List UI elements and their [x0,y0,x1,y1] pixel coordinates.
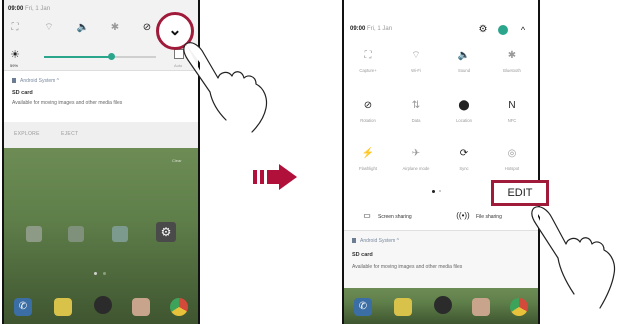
sound-icon[interactable]: 🔈 [444,50,484,62]
notification-text: Available for moving images and other me… [12,100,123,106]
page-indicator [103,272,106,275]
chrome-app-icon[interactable] [510,298,528,316]
account-icon[interactable] [498,25,508,35]
tile-label: Sync [459,166,469,171]
notification-title: SD card [12,90,33,96]
screen-sharing-icon: ▭ [363,211,371,220]
screen-capture-icon[interactable]: ⛶ [8,22,22,34]
play-store-icon[interactable] [68,226,84,242]
sync-icon[interactable]: ⟳ [444,148,484,160]
tile-label: Wi-Fi [411,68,421,73]
brightness-icon: ☀ [10,49,20,61]
page-indicator [432,190,435,193]
phone-app-icon[interactable]: ✆ [14,298,32,316]
screen-sharing-label[interactable]: Screen sharing [378,214,412,220]
chrome-app-icon[interactable] [170,298,188,316]
tile-label: Flashlight [359,166,377,171]
settings-icon[interactable]: ⚙ [476,24,490,36]
bluetooth-off-icon[interactable]: ✱ [108,22,122,34]
notification-title: SD card [352,252,373,258]
status-bar: 09:00 Fri, 1 Jan [8,6,50,12]
rotation-icon[interactable]: ⊘ [140,22,154,34]
status-time: 09:00 [8,6,24,12]
tile-label: Hotspot [504,166,520,171]
tile-label: Bluetooth [503,68,521,73]
gallery-app-icon[interactable] [472,298,490,316]
tap-hand-illustration [531,206,616,309]
notification-app-name: Android System ^ [360,238,400,244]
data-off-icon[interactable]: ⇅ [396,100,436,112]
status-time: 09:00 [350,26,366,32]
messaging-app-icon[interactable] [54,298,72,316]
location-icon[interactable]: ⬤ [444,100,484,112]
gallery-app-icon[interactable] [132,298,150,316]
explore-button[interactable]: EXPLORE [14,131,40,137]
tile-label: Sound [457,68,471,73]
status-date: Fri, 1 Jan [367,26,393,32]
next-step-arrow-icon [253,164,297,190]
brightness-slider[interactable] [44,53,156,61]
brightness-percentage: 59% [10,63,19,68]
google-apps-folder[interactable] [26,226,42,242]
apps-folder[interactable] [112,226,128,242]
page-indicator [94,272,97,275]
tile-label: Location [456,118,472,123]
page-indicator [439,190,441,192]
tap-hand-illustration [183,42,268,133]
camera-app-icon[interactable] [94,296,112,314]
tile-label: NFC [507,118,517,123]
tile-label: Rotation [360,118,376,123]
airplane-mode-icon[interactable]: ✈ [396,148,436,160]
status-date: Fri, 1 Jan [25,6,51,12]
wifi-off-icon[interactable]: ⌔ [42,22,56,34]
tile-label: Capture+ [359,68,377,73]
nfc-icon[interactable]: N [492,100,532,112]
eject-button[interactable]: EJECT [61,131,78,137]
file-sharing-label[interactable]: File sharing [476,214,502,220]
sound-icon[interactable]: 🔈 [76,22,90,34]
screen-capture-icon[interactable]: ⛶ [348,50,388,62]
messaging-app-icon[interactable] [394,298,412,316]
brightness-fill [44,56,112,58]
right-phone-screen: 09:00 Fri, 1 Jan ⚙ ^ ⛶ Capture+ ⌔ Wi-Fi 🔈 Sou… [342,0,540,324]
notification-text: Available for moving images and other me… [352,264,463,270]
rotation-icon[interactable]: ⊘ [348,100,388,112]
file-sharing-icon: ((•)) [456,211,470,220]
flashlight-off-icon[interactable]: ⚡ [348,148,388,160]
tile-label: Airplane mode [402,166,430,171]
edit-button-label: EDIT [507,187,533,199]
clear-button[interactable]: Clear [172,158,182,163]
tile-label: Data [411,118,421,123]
camera-app-icon[interactable] [434,296,452,314]
notification-app-name: Android System ^ [20,78,60,84]
brightness-knob[interactable] [108,53,116,60]
phone-app-icon[interactable]: ✆ [354,298,372,316]
collapse-chevron-icon[interactable]: ^ [516,24,530,36]
status-bar: 09:00 Fri, 1 Jan [350,26,392,32]
wifi-off-icon[interactable]: ⌔ [396,50,436,62]
sd-card-icon [12,78,16,83]
settings-icon[interactable]: ⚙ [156,222,176,242]
sd-card-icon [352,238,356,243]
hotspot-off-icon[interactable]: ◎ [492,148,532,160]
bluetooth-off-icon[interactable]: ✱ [492,50,532,62]
